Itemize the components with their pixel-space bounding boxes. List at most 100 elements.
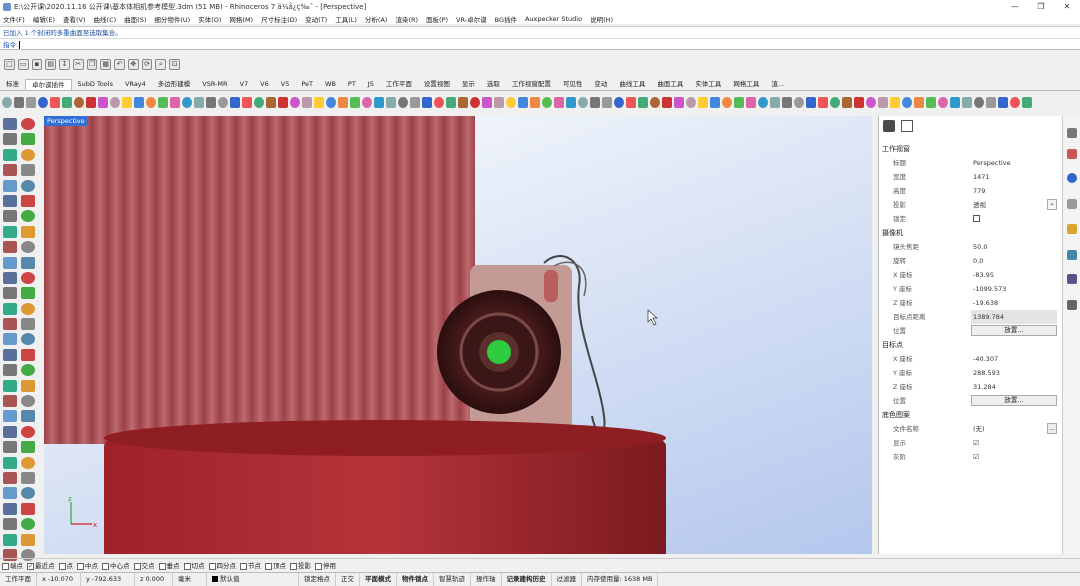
- left-tool-icon[interactable]: [3, 487, 17, 500]
- tool-icon[interactable]: [470, 96, 480, 108]
- property-value[interactable]: 1471: [971, 170, 1057, 184]
- tool-icon[interactable]: [518, 96, 528, 108]
- zoom-extents-icon[interactable]: ⊡: [169, 58, 180, 70]
- pan-icon[interactable]: ✥: [127, 58, 139, 70]
- menu-item[interactable]: 面板(P): [426, 14, 448, 24]
- tool-icon[interactable]: [14, 96, 24, 108]
- tool-icon[interactable]: [602, 96, 612, 108]
- property-value[interactable]: 50.0: [971, 240, 1057, 254]
- toolbar-tab[interactable]: SubD Tools: [72, 79, 119, 90]
- osnap-option[interactable]: 交点: [133, 560, 155, 570]
- status-layer[interactable]: 默认值: [207, 572, 299, 586]
- osnap-checkbox[interactable]: [102, 562, 109, 570]
- tool-icon[interactable]: [758, 96, 768, 108]
- command-line[interactable]: 指令:: [0, 38, 1080, 50]
- left-tool-icon[interactable]: [3, 164, 17, 177]
- left-tool-icon[interactable]: [21, 533, 35, 546]
- toolbar-tab[interactable]: V5: [275, 79, 296, 90]
- osnap-option[interactable]: 中心点: [102, 560, 130, 570]
- property-value[interactable]: 31.284: [971, 380, 1057, 394]
- menu-item[interactable]: BG插件: [495, 14, 517, 24]
- left-tool-icon[interactable]: [3, 441, 17, 454]
- tool-icon[interactable]: [938, 96, 948, 108]
- menu-item[interactable]: 编辑(E): [33, 14, 55, 24]
- tool-icon[interactable]: [494, 96, 504, 108]
- osnap-checkbox[interactable]: [2, 562, 9, 570]
- menu-item[interactable]: 变动(T): [305, 14, 327, 24]
- left-tool-icon[interactable]: [3, 256, 17, 269]
- status-toggle[interactable]: 物件锁点: [397, 572, 434, 586]
- tool-icon[interactable]: [710, 96, 720, 108]
- tool-icon[interactable]: [218, 96, 228, 108]
- zoom-icon[interactable]: ⌕: [155, 58, 167, 70]
- left-tool-icon[interactable]: [21, 364, 35, 377]
- left-tool-icon[interactable]: [3, 179, 17, 192]
- osnap-checkbox[interactable]: [183, 562, 191, 570]
- toolbar-tab[interactable]: 曲线工具: [613, 79, 651, 90]
- toolbar-tab[interactable]: 显示: [456, 79, 481, 90]
- toolbar-tab[interactable]: V6: [254, 79, 275, 90]
- tool-icon[interactable]: [566, 96, 576, 108]
- tool-icon[interactable]: [770, 96, 780, 108]
- tool-icon[interactable]: [74, 96, 84, 108]
- left-tool-icon[interactable]: [21, 148, 35, 161]
- left-tool-icon[interactable]: [21, 333, 35, 346]
- tool-icon[interactable]: [1022, 96, 1032, 108]
- left-tool-icon[interactable]: [3, 364, 17, 377]
- tool-icon[interactable]: [818, 96, 828, 108]
- osnap-option[interactable]: 停用: [315, 560, 336, 570]
- tool-icon[interactable]: [242, 96, 252, 108]
- tool-icon[interactable]: [38, 96, 48, 108]
- tool-icon[interactable]: [278, 96, 288, 108]
- print-icon[interactable]: ▤: [45, 58, 57, 70]
- left-tool-icon[interactable]: [21, 118, 35, 130]
- tool-icon[interactable]: [998, 96, 1008, 108]
- osnap-checkbox[interactable]: [133, 562, 141, 570]
- toolbar-tab[interactable]: 设置视图: [418, 79, 456, 90]
- left-tool-icon[interactable]: [21, 133, 35, 146]
- paste-icon[interactable]: ▦: [100, 58, 112, 70]
- tool-icon[interactable]: [734, 96, 744, 108]
- status-toggle[interactable]: 智慧轨迹: [434, 572, 471, 586]
- tool-icon[interactable]: [866, 96, 876, 108]
- osnap-option[interactable]: ✓ 最近点: [27, 560, 55, 570]
- tool-icon[interactable]: [614, 96, 624, 108]
- place-button[interactable]: 放置...: [971, 325, 1057, 336]
- close-button[interactable]: ✕: [1054, 0, 1080, 13]
- left-tool-icon[interactable]: [3, 395, 17, 408]
- left-tool-icon[interactable]: [3, 456, 17, 469]
- perspective-viewport[interactable]: Perspective z x: [44, 116, 872, 554]
- left-tool-icon[interactable]: [21, 441, 35, 454]
- osnap-checkbox[interactable]: [208, 562, 216, 570]
- tool-icon[interactable]: [290, 96, 300, 108]
- tool-icon[interactable]: [506, 96, 516, 108]
- tool-icon[interactable]: [158, 96, 168, 108]
- tool-icon[interactable]: [398, 96, 408, 108]
- left-tool-icon[interactable]: [21, 502, 35, 515]
- tool-icon[interactable]: [662, 96, 672, 108]
- property-value[interactable]: 1389.784: [971, 310, 1057, 324]
- toolbar-tab[interactable]: 工作视窗配置: [506, 79, 557, 90]
- tool-icon[interactable]: [650, 96, 660, 108]
- toolbar-tab[interactable]: JS: [362, 79, 380, 90]
- menu-item[interactable]: Auxpecker Studio: [525, 15, 582, 23]
- menu-item[interactable]: 说明(H): [590, 14, 613, 24]
- maximize-button[interactable]: ❐: [1028, 0, 1054, 13]
- menu-item[interactable]: 工具(L): [335, 14, 357, 24]
- dropdown-chevron-icon[interactable]: ⌄: [1047, 199, 1057, 210]
- tool-icon[interactable]: [362, 96, 372, 108]
- tool-icon[interactable]: [98, 96, 108, 108]
- toolbar-tab[interactable]: 变动: [588, 79, 613, 90]
- status-toggle[interactable]: 锁定格点: [299, 572, 336, 586]
- menu-item[interactable]: 曲线(C): [94, 14, 117, 24]
- property-value[interactable]: -40.307: [971, 352, 1057, 366]
- tool-icon[interactable]: [722, 96, 732, 108]
- open-file-icon[interactable]: ▭: [17, 58, 29, 70]
- toolbar-tab[interactable]: 网格工具: [727, 79, 765, 90]
- left-tool-icon[interactable]: [21, 456, 35, 469]
- osnap-option[interactable]: 四分点: [208, 560, 236, 570]
- left-tool-icon[interactable]: [3, 210, 17, 223]
- left-tool-icon[interactable]: [21, 271, 35, 284]
- menu-item[interactable]: 文件(F): [3, 14, 25, 24]
- osnap-option[interactable]: 端点: [2, 560, 23, 570]
